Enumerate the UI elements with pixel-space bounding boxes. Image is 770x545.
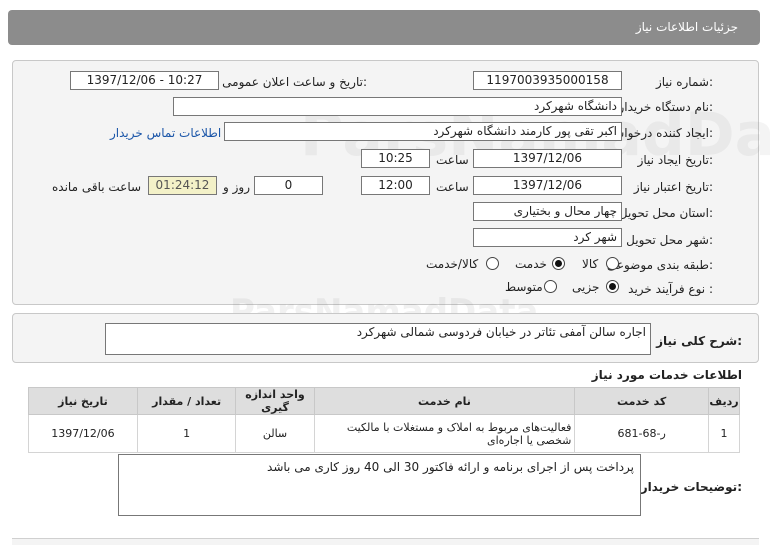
created-date-field: 1397/12/06	[473, 149, 622, 168]
col-quantity: تعداد / مقدار	[136, 387, 237, 415]
need-number-field: 1197003935000158	[473, 71, 622, 90]
category-option-goods-service: کالا/خدمت	[426, 257, 479, 271]
summary-field: اجاره سالن آمفی تئاتر در خیابان فردوسی ش…	[105, 323, 651, 355]
days-remaining-field: 0	[254, 176, 323, 195]
category-label: طبقه بندی موضوعی:	[606, 258, 713, 272]
col-service-name: نام خدمت	[313, 387, 576, 415]
remaining-time-field: 01:24:12	[148, 176, 217, 195]
process-option-minor: جزیی	[572, 280, 600, 294]
cell-row: 1	[707, 414, 741, 453]
province-label: استان محل تحویل:	[618, 206, 713, 220]
city-label: شهر محل تحویل:	[626, 233, 713, 247]
buyer-org-label: نام دستگاه خریدار:	[618, 100, 714, 114]
col-need-date: تاریخ نیاز	[28, 387, 138, 415]
process-radio-medium[interactable]	[544, 280, 557, 293]
buyer-org-field: دانشگاه شهرکرد	[173, 97, 622, 116]
validity-time-field: 12:00	[361, 176, 430, 195]
validity-label: تاریخ اعتبار نیاز:	[633, 180, 713, 194]
col-unit: واحد اندازه گیری	[235, 387, 315, 415]
buyer-contact-link[interactable]: اطلاعات تماس خریدار	[110, 126, 221, 140]
services-table: تاریخ نیاز تعداد / مقدار واحد اندازه گیر…	[28, 387, 741, 453]
process-radio-minor[interactable]	[606, 280, 619, 293]
process-label: نوع فرآیند خرید :	[628, 282, 713, 296]
services-header-row: تاریخ نیاز تعداد / مقدار واحد اندازه گیر…	[28, 387, 741, 415]
category-option-service: خدمت	[515, 257, 547, 271]
table-row: 1397/12/06 1 سالن فعالیت‌های مربوط به ام…	[28, 414, 741, 453]
summary-label: شرح کلی نیاز:	[656, 334, 742, 348]
col-service-code: کد خدمت	[574, 387, 709, 415]
days-label: روز و	[223, 180, 250, 194]
validity-date-field: 1397/12/06	[473, 176, 622, 195]
cell-service-code: ر-68-681	[574, 414, 709, 453]
cell-need-date: 1397/12/06	[28, 414, 138, 453]
process-option-medium: متوسط	[505, 280, 543, 294]
cell-quantity: 1	[136, 414, 237, 453]
category-radio-goods-service[interactable]	[486, 257, 499, 270]
cell-unit: سالن	[235, 414, 315, 453]
announce-label: تاریخ و ساعت اعلان عمومی:	[222, 75, 367, 89]
province-field: چهار محال و بختیاری	[473, 202, 622, 221]
need-number-label: شماره نیاز:	[655, 75, 713, 89]
requester-field: اکبر تقی پور کارمند دانشگاه شهرکرد	[224, 122, 622, 141]
category-option-goods: کالا	[582, 257, 599, 271]
buyer-notes-label: توضیحات خریدار:	[640, 480, 742, 494]
buyer-notes-field: پرداخت پس از اجرای برنامه و ارائه فاکتور…	[118, 454, 641, 516]
col-row: ردیف	[707, 387, 741, 415]
city-field: شهر کرد	[473, 228, 622, 247]
page-header: جزئیات اطلاعات نیاز	[8, 10, 760, 45]
validity-time-label: ساعت	[436, 180, 469, 194]
cell-service-name: فعالیت‌های مربوط به املاک و مستغلات با م…	[313, 414, 576, 453]
announce-datetime-field: 1397/12/06 - 10:27	[70, 71, 219, 90]
created-date-label: تاریخ ایجاد نیاز:	[637, 153, 713, 167]
created-time-label: ساعت	[436, 153, 469, 167]
bottom-divider	[12, 538, 759, 545]
remaining-label: ساعت باقی مانده	[52, 180, 142, 194]
created-time-field: 10:25	[361, 149, 430, 168]
category-radio-goods[interactable]	[606, 257, 619, 270]
category-radio-service[interactable]	[552, 257, 565, 270]
page-title: جزئیات اطلاعات نیاز	[635, 20, 738, 34]
services-title: اطلاعات خدمات مورد نیاز	[591, 368, 742, 382]
